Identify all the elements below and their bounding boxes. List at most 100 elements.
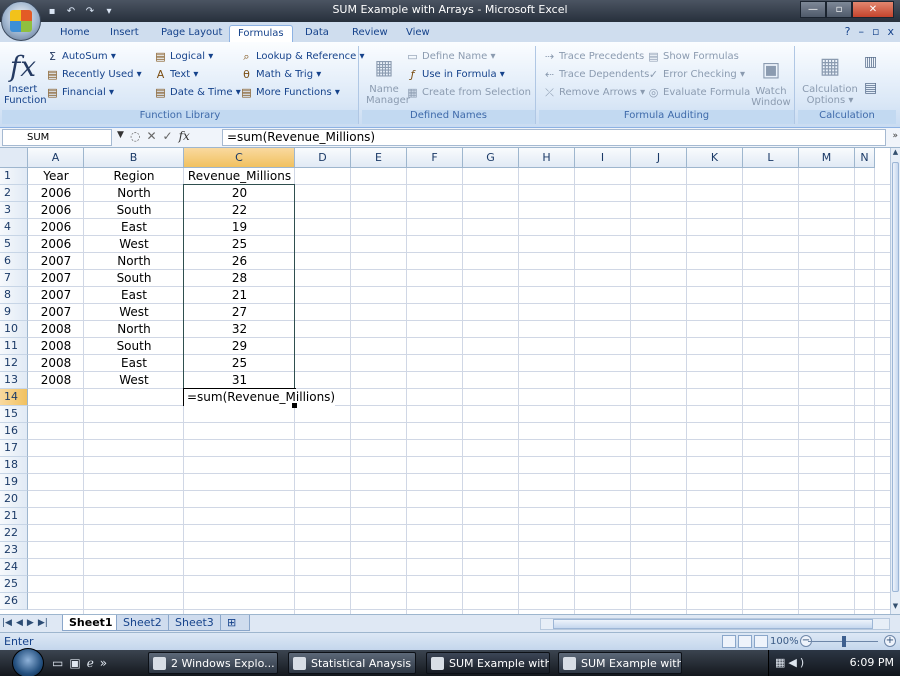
cell[interactable]: North (84, 253, 184, 270)
name-manager-button[interactable]: ▦ Name Manager (366, 52, 410, 106)
column-header[interactable]: N (855, 148, 875, 168)
cell[interactable]: 2007 (28, 304, 84, 321)
cell[interactable]: 2006 (28, 219, 84, 236)
expand-formula-bar-icon[interactable]: » (892, 131, 898, 141)
row-header[interactable]: 12 (0, 355, 28, 372)
cell[interactable]: Revenue_Millions (184, 168, 295, 185)
row-header[interactable]: 26 (0, 593, 28, 610)
use-in-formula-button[interactable]: ƒ Use in Formula ▾ (406, 68, 505, 81)
scroll-down-icon[interactable]: ▼ (891, 602, 900, 614)
column-header[interactable]: A (28, 148, 84, 168)
row-header[interactable]: 16 (0, 423, 28, 440)
tab-home[interactable]: Home (52, 25, 98, 42)
ribbon-minimize-icon[interactable]: – (859, 25, 865, 38)
cell[interactable]: 2008 (28, 338, 84, 355)
row-header[interactable]: 25 (0, 576, 28, 593)
cell[interactable]: 2008 (28, 321, 84, 338)
cell[interactable]: 2006 (28, 202, 84, 219)
create-from-selection-button[interactable]: ▦ Create from Selection (406, 86, 531, 99)
lookup-reference-button[interactable]: ⌕ Lookup & Reference ▾ (240, 50, 364, 63)
column-header[interactable]: J (631, 148, 687, 168)
network-icon[interactable]: ▦ (775, 656, 788, 669)
vertical-scrollbar[interactable]: ▲ ▼ (890, 148, 900, 614)
row-header[interactable]: 18 (0, 457, 28, 474)
cell[interactable]: East (84, 219, 184, 236)
watch-window-button[interactable]: ▣ Watch Window (751, 54, 791, 108)
column-header[interactable]: L (743, 148, 799, 168)
cell[interactable]: East (84, 287, 184, 304)
date-time-button[interactable]: ▤ Date & Time ▾ (154, 86, 240, 99)
select-all-button[interactable] (0, 148, 28, 168)
internet-explorer-icon[interactable]: ℯ (87, 656, 94, 670)
column-header[interactable]: H (519, 148, 575, 168)
clock[interactable]: 6:09 PM (850, 656, 894, 669)
row-header[interactable]: 5 (0, 236, 28, 253)
zoom-slider-thumb[interactable] (842, 636, 846, 647)
trace-precedents-button[interactable]: ⇢ Trace Precedents (543, 50, 644, 63)
insert-function-button[interactable]: fx Insert Function (4, 52, 47, 107)
calculate-sheet-icon[interactable]: ▤ (864, 80, 877, 96)
name-box-dropdown-icon[interactable]: ▼ (117, 130, 124, 140)
row-header[interactable]: 23 (0, 542, 28, 559)
fx-icon[interactable]: fx (179, 129, 190, 143)
enter-icon[interactable]: ✓ (163, 129, 173, 143)
row-header[interactable]: 9 (0, 304, 28, 321)
autosum-button[interactable]: Σ AutoSum ▾ (46, 50, 116, 63)
row-header[interactable]: 17 (0, 440, 28, 457)
row-header[interactable]: 6 (0, 253, 28, 270)
math-trig-button[interactable]: θ Math & Trig ▾ (240, 68, 321, 81)
column-header[interactable]: B (84, 148, 184, 168)
row-header[interactable]: 4 (0, 219, 28, 236)
show-desktop-icon[interactable]: ▭ (52, 656, 63, 670)
first-sheet-icon[interactable]: |◀ (2, 618, 12, 628)
cell[interactable]: West (84, 236, 184, 253)
cell[interactable]: South (84, 270, 184, 287)
page-layout-view-icon[interactable] (738, 635, 752, 648)
volume-icon[interactable]: ◀) (788, 656, 807, 669)
scroll-up-icon[interactable]: ▲ (891, 148, 900, 160)
evaluate-formula-button[interactable]: ◎ Evaluate Formula (647, 86, 751, 99)
cell[interactable]: Region (84, 168, 184, 185)
ribbon-restore-icon[interactable]: ▫ (872, 25, 879, 38)
show-formulas-button[interactable]: ▤ Show Formulas (647, 50, 739, 63)
row-header[interactable]: 15 (0, 406, 28, 423)
office-button[interactable] (1, 1, 41, 41)
row-header[interactable]: 22 (0, 525, 28, 542)
sheet-tab-sheet3[interactable]: Sheet3 (168, 615, 221, 631)
logical-button[interactable]: ▤ Logical ▾ (154, 50, 213, 63)
next-sheet-icon[interactable]: ▶ (27, 618, 34, 628)
financial-button[interactable]: ▤ Financial ▾ (46, 86, 114, 99)
cell[interactable]: 2008 (28, 355, 84, 372)
row-header[interactable]: 1 (0, 168, 28, 185)
column-header[interactable]: M (799, 148, 855, 168)
define-name-button[interactable]: ▭ Define Name ▾ (406, 50, 495, 63)
more-quick-launch-icon[interactable]: » (100, 656, 107, 670)
row-header[interactable]: 11 (0, 338, 28, 355)
tab-view[interactable]: View (398, 25, 438, 42)
text-button[interactable]: A Text ▾ (154, 68, 199, 81)
cell[interactable]: 2006 (28, 236, 84, 253)
fill-handle[interactable] (292, 403, 297, 408)
ribbon-close-icon[interactable]: x (887, 25, 894, 38)
more-functions-button[interactable]: ▤ More Functions ▾ (240, 86, 340, 99)
column-header[interactable]: F (407, 148, 463, 168)
start-button[interactable] (12, 648, 44, 676)
normal-view-icon[interactable] (722, 635, 736, 648)
column-header[interactable]: E (351, 148, 407, 168)
horizontal-scroll-thumb[interactable] (553, 619, 873, 629)
horizontal-scrollbar[interactable] (540, 618, 890, 630)
cell[interactable]: Year (28, 168, 84, 185)
cell-edit-text[interactable]: =sum(Revenue_Millions) (184, 389, 336, 406)
taskbar-item-sum-example-1[interactable]: SUM Example with ... (426, 652, 550, 674)
row-header[interactable]: 14 (0, 389, 28, 406)
insert-sheet-icon[interactable]: ⊞ (220, 615, 250, 631)
trace-dependents-button[interactable]: ⇠ Trace Dependents (543, 68, 649, 81)
switch-windows-icon[interactable]: ▣ (69, 656, 80, 670)
column-header[interactable]: I (575, 148, 631, 168)
sheet-tab-sheet2[interactable]: Sheet2 (116, 615, 169, 631)
tab-insert[interactable]: Insert (102, 25, 147, 42)
cell[interactable]: 2008 (28, 372, 84, 389)
row-header[interactable]: 13 (0, 372, 28, 389)
tab-formulas[interactable]: Formulas (229, 25, 293, 42)
close-button[interactable]: ✕ (852, 1, 894, 18)
